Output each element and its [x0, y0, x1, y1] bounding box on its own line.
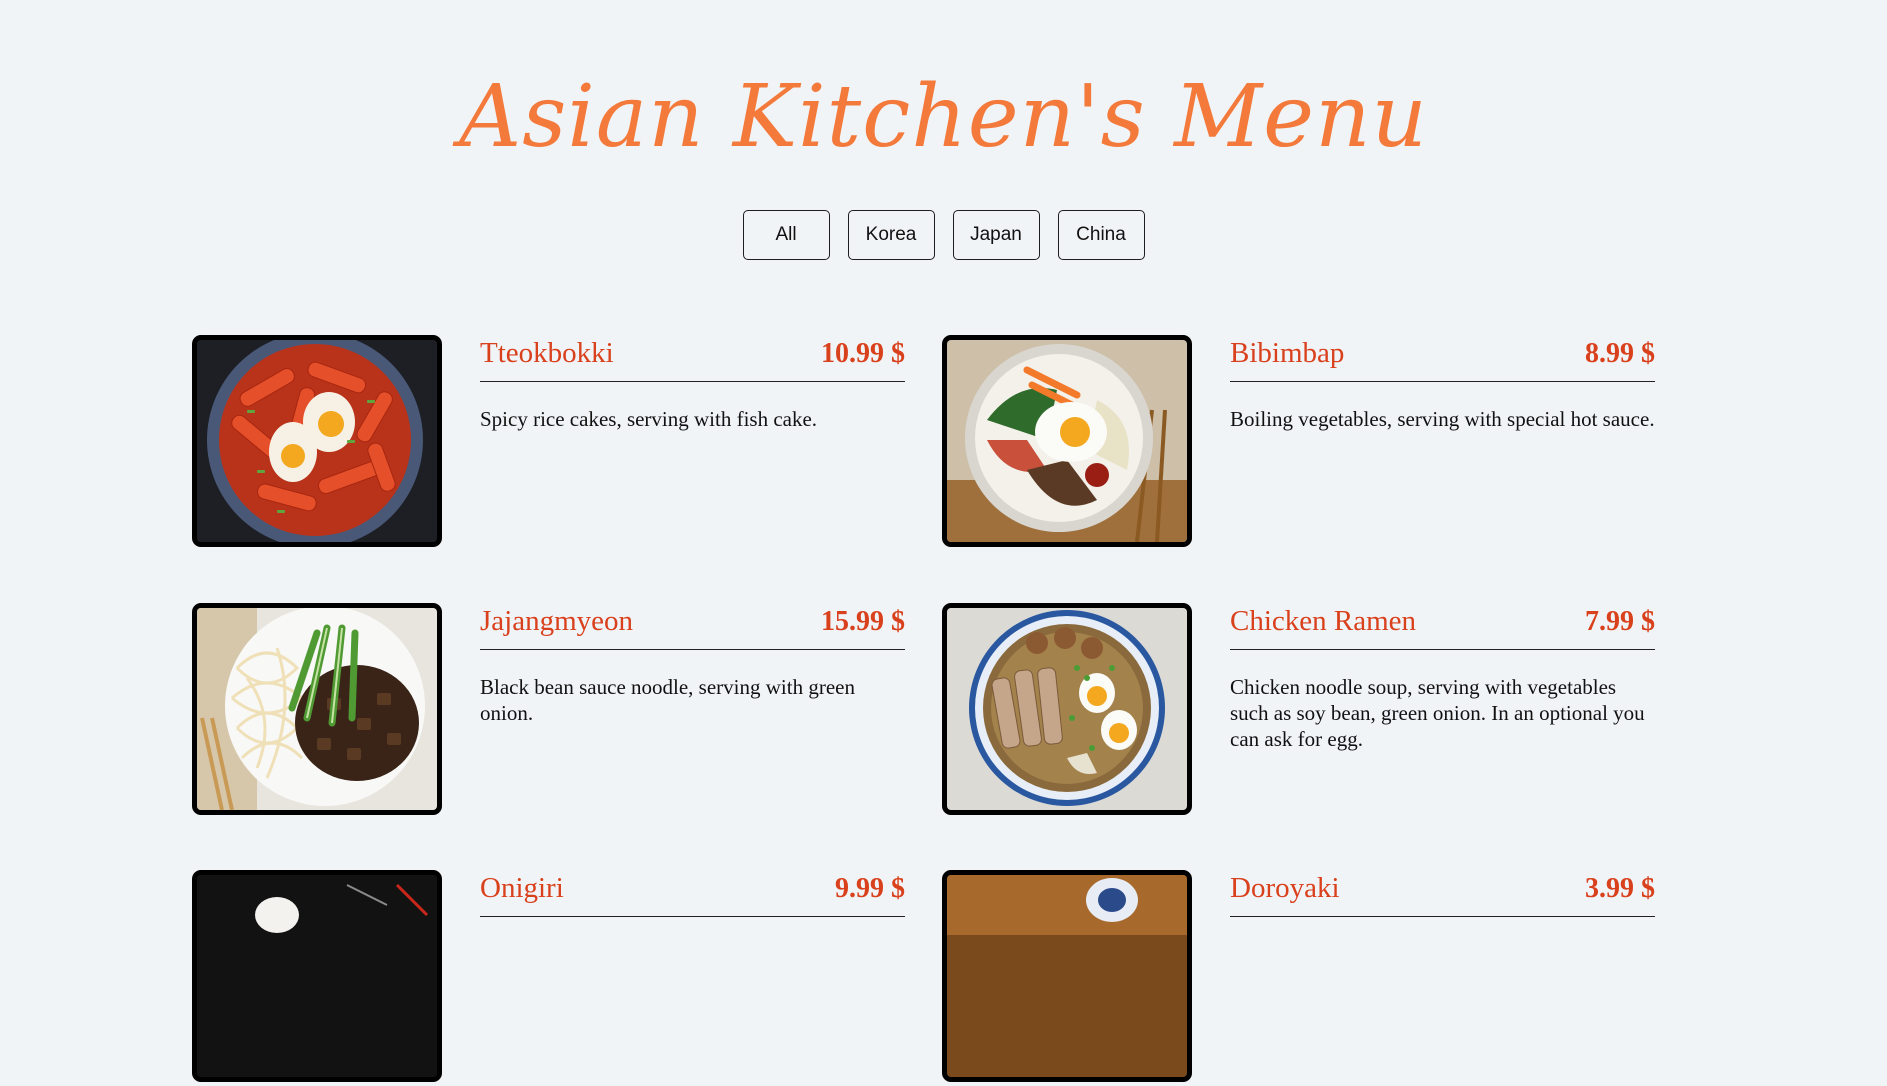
menu-item-header: Tteokbokki 10.99 $: [480, 335, 905, 382]
ramen-photo: [942, 603, 1192, 815]
menu-item-name: Bibimbap: [1230, 337, 1345, 369]
menu-item-name: Tteokbokki: [480, 337, 614, 369]
menu-item-info: Tteokbokki 10.99 $ Spicy rice cakes, ser…: [480, 335, 905, 432]
menu-item-description: Chicken noodle soup, serving with vegeta…: [1230, 675, 1645, 751]
menu-item-card: Doroyaki 3.99 $: [942, 870, 1657, 1086]
menu-item-name: Chicken Ramen: [1230, 605, 1417, 637]
menu-item-name: Jajangmyeon: [480, 605, 634, 637]
filter-japan-button[interactable]: Japan: [952, 210, 1040, 260]
menu-item-header: Onigiri 9.99 $: [480, 870, 905, 917]
menu-item-name: Doroyaki: [1230, 872, 1340, 904]
onigiri-photo: [192, 870, 442, 1082]
filter-all-button[interactable]: All: [742, 210, 830, 260]
jajangmyeon-photo: [192, 603, 442, 815]
menu-item-price: 9.99 $: [835, 873, 905, 904]
menu-item-info: Chicken Ramen 7.99 $ Chicken noodle soup…: [1230, 603, 1655, 752]
menu-item-card: Bibimbap 8.99 $ Boiling vegetables, serv…: [942, 335, 1657, 551]
menu-item-header: Bibimbap 8.99 $: [1230, 335, 1655, 382]
menu-item-description: Boiling vegetables, serving with special…: [1230, 407, 1655, 431]
doroyaki-photo: [942, 870, 1192, 1082]
menu-item-card: Jajangmyeon 15.99 $ Black bean sauce noo…: [192, 603, 907, 819]
filter-korea-button[interactable]: Korea: [847, 210, 935, 260]
menu-item-info: Onigiri 9.99 $: [480, 870, 905, 941]
tteokbokki-photo: [192, 335, 442, 547]
bibimbap-photo: [942, 335, 1192, 547]
menu-item-card: Tteokbokki 10.99 $ Spicy rice cakes, ser…: [192, 335, 907, 551]
menu-item-price: 15.99 $: [821, 606, 905, 637]
menu-item-info: Bibimbap 8.99 $ Boiling vegetables, serv…: [1230, 335, 1655, 432]
menu-item-card: Onigiri 9.99 $: [192, 870, 907, 1086]
menu-item-price: 3.99 $: [1585, 873, 1655, 904]
menu-item-price: 10.99 $: [821, 338, 905, 369]
menu-item-header: Jajangmyeon 15.99 $: [480, 603, 905, 650]
menu-item-price: 8.99 $: [1585, 338, 1655, 369]
filter-china-button[interactable]: China: [1057, 210, 1145, 260]
menu-item-header: Chicken Ramen 7.99 $: [1230, 603, 1655, 650]
category-filter-bar: All Korea Japan China: [0, 210, 1887, 260]
menu-item-info: Doroyaki 3.99 $: [1230, 870, 1655, 941]
menu-item-header: Doroyaki 3.99 $: [1230, 870, 1655, 917]
menu-item-description: Spicy rice cakes, serving with fish cake…: [480, 407, 818, 431]
page-title: Asian Kitchen's Menu: [459, 67, 1428, 167]
menu-item-name: Onigiri: [480, 872, 564, 904]
menu-item-description: Black bean sauce noodle, serving with gr…: [480, 675, 855, 725]
menu-item-info: Jajangmyeon 15.99 $ Black bean sauce noo…: [480, 603, 905, 726]
menu-item-card: Chicken Ramen 7.99 $ Chicken noodle soup…: [942, 603, 1657, 819]
menu-item-price: 7.99 $: [1585, 606, 1655, 637]
